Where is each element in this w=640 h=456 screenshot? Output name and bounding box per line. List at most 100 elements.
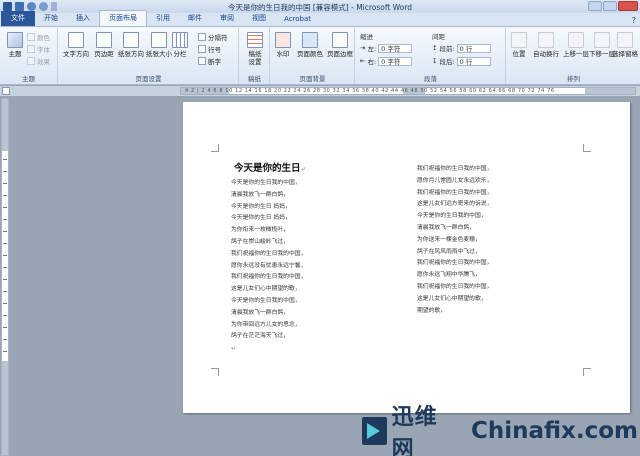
margins-button[interactable]: 页边距 [89,32,119,58]
tab-review[interactable]: 审阅 [211,11,243,26]
vruler-tick [3,327,7,328]
spacing-after-icon: ↧ [432,57,438,65]
send-backward-icon [594,32,610,48]
document-page[interactable]: 今天是你的生日↵ 今天是你的生日我的中国， 清晨我放飞一群白鸽， 今天是你的生日… [183,102,630,413]
tab-view[interactable]: 视图 [243,11,275,26]
indent-right-input[interactable]: 0 字符 [378,56,413,66]
group-paragraph: 缩进 ⇥ 左: 0 字符 ⇤ 右: 0 字符 间距 ↥ 段前: 0 行 ↧ 段后… [356,28,506,84]
document-title: 今天是你的生日↵ [234,163,306,174]
text-column-left[interactable]: 今天是你的生日↵ 今天是你的生日我的中国， 清晨我放飞一群白鸽， 今天是你的生日… [231,160,306,355]
breaks-button[interactable]: 分隔符 [198,32,228,42]
crop-mark-top-left [211,144,219,152]
lyric-line: 为你带回远方儿女的思念， [231,321,301,328]
spacing-after: ↧ 段后: 0 行 [432,56,491,66]
orientation-icon [123,32,139,48]
page-borders-icon [332,32,348,48]
vruler-tick [3,183,7,184]
ruler-right-margin [585,88,635,94]
lyric-line: 为你衔来一枚橄榄叶， [231,227,289,234]
line-numbers-button[interactable]: 行号 [198,44,221,54]
vruler-top-margin [2,99,8,151]
indent-left-input[interactable]: 0 字符 [378,43,413,53]
columns-button[interactable]: 分栏 [169,32,191,58]
vruler-tick [3,231,7,232]
tab-insert[interactable]: 插入 [67,11,99,26]
tab-acrobat[interactable]: Acrobat [275,13,320,26]
draft-paper-button[interactable]: 稿纸 设置 [240,32,270,66]
help-icon[interactable]: ? [632,16,636,25]
text-column-right[interactable]: 我们祝福你的生日我的中国， 愿你月儿常圆儿女永远欢乐， 我们祝福你的生日我的中国… [417,164,492,317]
page-color-icon [302,32,318,48]
position-button[interactable]: 位置 [507,32,531,58]
ruler-toggle-icon[interactable] [2,87,10,95]
spacing-before: ↥ 段前: 0 行 [432,43,491,53]
crop-mark-bottom-left [211,368,219,376]
lyric-line: 我们祝福你的生日我的中国， [417,166,493,172]
selection-pane-icon [617,32,633,48]
vruler-tick [3,159,7,160]
hyphenation-button[interactable]: 断字 [198,56,221,66]
lyric-line: 今天是你的生日我的中国， [231,180,301,186]
vruler-tick [3,207,7,208]
tab-references[interactable]: 引用 [147,11,179,26]
hyphenation-icon [198,57,206,65]
lyric-line: 愿你月儿常圆儿女永远欢乐， [417,177,493,184]
text-direction-button[interactable]: 文字方向 [61,32,91,58]
spacing-before-input[interactable]: 0 行 [456,43,491,53]
lyric-line: 我们祝福你的生日我的中国， [417,260,493,267]
close-button[interactable] [618,1,638,11]
colors-icon [27,33,35,41]
position-icon [511,32,527,48]
lyric-line: 愿你永远没有忧患永远宁馨， [231,262,307,269]
vruler-tick [3,291,7,292]
lyric-line: 我们祝福你的生日我的中国， [417,283,493,290]
orientation-button[interactable]: 纸张方向 [116,32,146,58]
indent-left-icon: ⇥ [360,44,366,52]
vertical-ruler[interactable] [1,98,9,456]
window-controls [588,1,638,11]
watermark-button[interactable]: 水印 [271,32,295,58]
page-color-button[interactable]: 页面颜色 [295,32,325,58]
lyric-line: 这是儿女们远方寄来的诉说， [417,201,493,208]
horizontal-ruler[interactable]: 4 2 | 2 4 6 8 10 12 14 16 18 20 22 24 26… [180,87,636,95]
paragraph-mark: ↵ [231,345,237,353]
group-label-theme: 主题 [22,75,35,83]
lyric-line: 今天是你的生日 妈妈， [231,215,291,222]
vruler-tick [3,303,7,304]
lyric-line: 今天是你的生日我的中国， [231,297,301,304]
tab-home[interactable]: 开始 [35,11,67,26]
group-label-paragraph: 段落 [424,75,437,83]
wrap-text-button[interactable]: 自动换行 [531,32,561,58]
selection-pane-button[interactable]: 选择窗格 [611,32,639,58]
draft-paper-icon [247,32,263,48]
theme-colors-button[interactable]: 颜色 [27,32,50,42]
maximize-button[interactable] [603,1,617,11]
theme-icon [7,32,23,48]
spacing-after-input[interactable]: 0 行 [456,56,491,66]
vruler-tick [3,255,7,256]
group-label-page-background: 页面背景 [299,75,326,83]
group-label-draft-paper: 稿纸 [248,75,261,83]
lyric-line: 鸽子在风风雨雨中飞过， [417,248,481,255]
group-label-page-setup: 页面设置 [135,75,162,83]
spacing-title: 间距 [432,33,445,41]
page-borders-button[interactable]: 页面边框 [325,32,355,58]
indent-left: ⇥ 左: 0 字符 [360,43,413,53]
tab-file[interactable]: 文件 [1,11,35,26]
lyric-line: 我们祝福你的生日我的中国， [417,189,493,196]
vruler-tick [3,171,7,172]
lyric-line: 这是儿女们心中期望的歌， [417,295,487,302]
watermark-cn-text: 迅维网 [391,405,438,456]
theme-effects-button[interactable]: 效果 [27,56,50,66]
tab-page-layout[interactable]: 页面布局 [99,10,147,26]
theme-fonts-button[interactable]: 字体 [27,44,50,54]
theme-button[interactable]: 主题 [0,32,30,58]
lyric-line: 我们祝福你的生日我的中国， [231,274,307,281]
tab-mailings[interactable]: 邮件 [179,11,211,26]
minimize-button[interactable] [588,1,602,11]
lyric-line: 鸽子在崇山峻岭飞过， [231,238,289,245]
margins-icon [96,32,112,48]
indent-right-icon: ⇤ [360,57,366,65]
breaks-icon [198,33,206,41]
indent-right: ⇤ 右: 0 字符 [360,56,413,66]
